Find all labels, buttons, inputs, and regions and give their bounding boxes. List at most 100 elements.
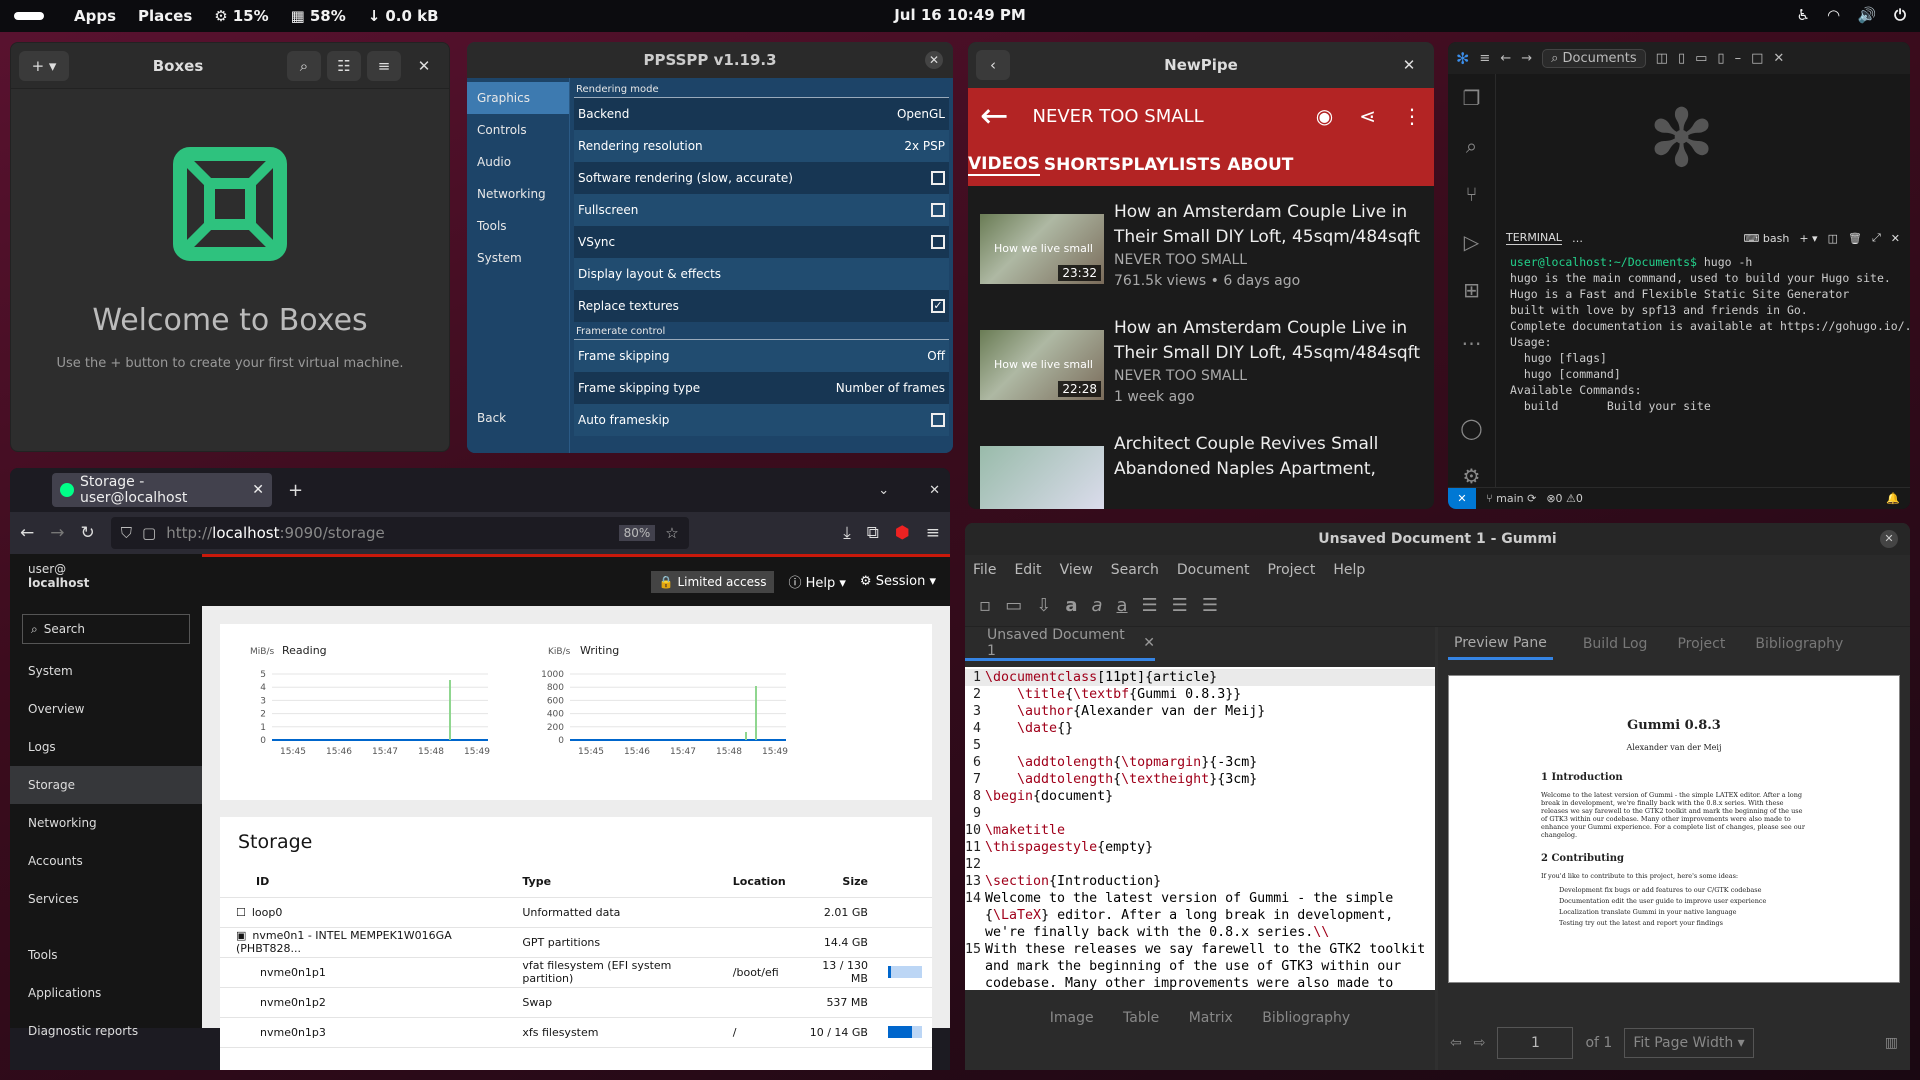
setting-auto-frameskip[interactable]: Auto frameskip [574,404,949,436]
close-tab-icon[interactable]: ✕ [252,482,264,498]
page-input[interactable]: 1 [1497,1027,1574,1059]
tab-build-log[interactable]: Build Log [1583,636,1648,652]
underline-icon[interactable]: a [1117,595,1128,616]
setting-replace-textures[interactable]: Replace textures ✓ [574,290,949,322]
wifi-icon[interactable]: ◠ [1828,6,1840,24]
network-indicator[interactable]: ↓ 0.0 kB [368,7,439,25]
close-icon[interactable]: ✕ [929,483,940,498]
sidebar-item-applications[interactable]: Applications [10,974,202,1012]
checkbox[interactable] [931,171,945,185]
menu-help[interactable]: Help [1333,562,1365,578]
menu-document[interactable]: Document [1177,562,1250,578]
cpu-indicator[interactable]: ⚙ 15% [214,7,268,25]
nav-tools[interactable]: Tools [467,210,569,242]
explorer-icon[interactable]: ❐ [1448,74,1495,122]
editor-tab[interactable]: Unsaved Document 1 ✕ [965,627,1155,661]
url-bar[interactable]: ⛉ ▢ http://localhost:9090/storage 80% ☆ [110,517,689,549]
insert-table-button[interactable]: Table [1123,1010,1159,1026]
apps-menu[interactable]: Apps [74,7,116,25]
back-nav-icon[interactable]: ‹ [976,50,1010,80]
download-icon[interactable]: ⤓ [843,523,851,543]
session-menu[interactable]: ⚙ Session ▾ [860,574,936,589]
tab-preview[interactable]: Preview Pane [1448,629,1553,660]
table-row[interactable]: ▣ nvme0n1 - INTEL MEMPEK1W016GA (PHBT828.… [220,927,932,958]
source-control-icon[interactable]: ⑂ [1448,170,1495,218]
close-icon[interactable]: ✕ [1773,51,1784,66]
accessibility-icon[interactable]: ♿ [1796,6,1809,24]
help-menu[interactable]: ⓘ Help ▾ [788,572,845,591]
setting-display-layout[interactable]: Display layout & effects [574,258,949,290]
bookmark-star-icon[interactable]: ☆ [665,524,678,542]
forward-arrow-icon[interactable]: → [1521,51,1532,66]
menu-view[interactable]: View [1060,562,1093,578]
close-icon[interactable]: ✕ [1891,232,1900,245]
clock[interactable]: Jul 16 10:49 PM [894,6,1026,24]
nav-graphics[interactable]: Graphics [467,82,569,114]
forward-arrow-icon[interactable]: → [50,523,64,543]
open-folder-icon[interactable]: ▭ [1005,595,1022,616]
volume-icon[interactable]: 🔊 [1857,6,1876,24]
sidebar-item-logs[interactable]: Logs [10,728,202,766]
tab-list-icon[interactable]: ⌄ [878,483,889,498]
hamburger-menu-icon[interactable]: ≡ [1479,51,1490,66]
video-item[interactable]: How we live small 22:28 How an Amsterdam … [968,302,1434,418]
page-layout-icon[interactable]: ▥ [1885,1035,1898,1051]
tab-project[interactable]: Project [1677,636,1725,652]
sidebar-item-networking[interactable]: Networking [10,804,202,842]
search-icon[interactable]: ⌕ [287,50,321,81]
new-file-icon[interactable]: ▫ [979,595,991,616]
split-icon[interactable]: ◫ [1828,232,1838,245]
places-menu[interactable]: Places [138,7,192,25]
setting-software-rendering[interactable]: Software rendering (slow, accurate) [574,162,949,194]
setting-backend[interactable]: Backend OpenGL [574,98,949,130]
close-icon[interactable]: ✕ [1880,530,1898,548]
sidebar-toggle-icon[interactable]: ▯ [1678,51,1685,66]
back-arrow-icon[interactable]: ← [980,96,1009,136]
bold-icon[interactable]: a [1065,595,1077,616]
align-left-icon[interactable]: ☰ [1142,595,1158,616]
command-center-search[interactable]: ⌕ Documents [1542,48,1646,68]
sidebar-item-overview[interactable]: Overview [10,690,202,728]
host-switcher[interactable]: user@ localhost [10,554,202,606]
search-input[interactable]: ⌕ Search [22,614,190,644]
nav-audio[interactable]: Audio [467,146,569,178]
tab-videos[interactable]: VIDEOS [968,154,1040,176]
extensions-icon[interactable]: ⊞ [1448,266,1495,314]
limited-access-button[interactable]: 🔒 Limited access [650,570,775,593]
new-vm-button[interactable]: + ▾ [19,50,69,81]
save-icon[interactable]: ⇩ [1036,595,1051,616]
insert-bibliography-button[interactable]: Bibliography [1262,1010,1350,1026]
bell-icon[interactable]: 🔔 [1886,492,1900,505]
power-icon[interactable]: ⏻ [1894,6,1906,24]
menu-file[interactable]: File [973,562,996,578]
back-button[interactable]: Back [467,402,569,434]
menu-edit[interactable]: Edit [1014,562,1041,578]
checkbox[interactable] [931,235,945,249]
sidebar-item-accounts[interactable]: Accounts [10,842,202,880]
checkbox[interactable] [931,203,945,217]
tab-shorts[interactable]: SHORTS [1044,155,1121,175]
zoom-level[interactable]: 80% [618,525,656,541]
close-icon[interactable]: ✕ [407,51,441,81]
close-icon[interactable]: ✕ [1392,50,1426,80]
layout-icon[interactable]: ◫ [1656,51,1668,66]
more-icon[interactable]: … [1448,314,1495,362]
maximize-panel-icon[interactable]: ⤢ [1872,231,1881,245]
browser-tab[interactable]: Storage - user@localhost ✕ [52,473,272,507]
panel-toggle-icon[interactable]: ▭ [1695,51,1707,66]
setting-frame-skipping[interactable]: Frame skipping Off [574,340,949,372]
maximize-icon[interactable]: □ [1751,51,1763,66]
back-arrow-icon[interactable]: ← [20,523,34,543]
insert-image-button[interactable]: Image [1050,1010,1094,1026]
add-terminal-icon[interactable]: + ▾ [1799,232,1817,245]
share-icon[interactable]: ⋖ [1359,104,1376,128]
search-icon[interactable]: ⌕ [1448,122,1495,170]
tab-about[interactable]: ABOUT [1227,155,1293,175]
secondary-sidebar-icon[interactable]: ▯ [1717,51,1724,66]
insert-matrix-button[interactable]: Matrix [1189,1010,1233,1026]
more-icon[interactable]: … [1572,232,1583,245]
zoom-select[interactable]: Fit Page Width ▾ [1624,1028,1754,1058]
memory-indicator[interactable]: ▦ 58% [291,7,346,25]
hamburger-menu-icon[interactable]: ≡ [367,50,401,81]
setting-frame-skipping-type[interactable]: Frame skipping type Number of frames [574,372,949,404]
